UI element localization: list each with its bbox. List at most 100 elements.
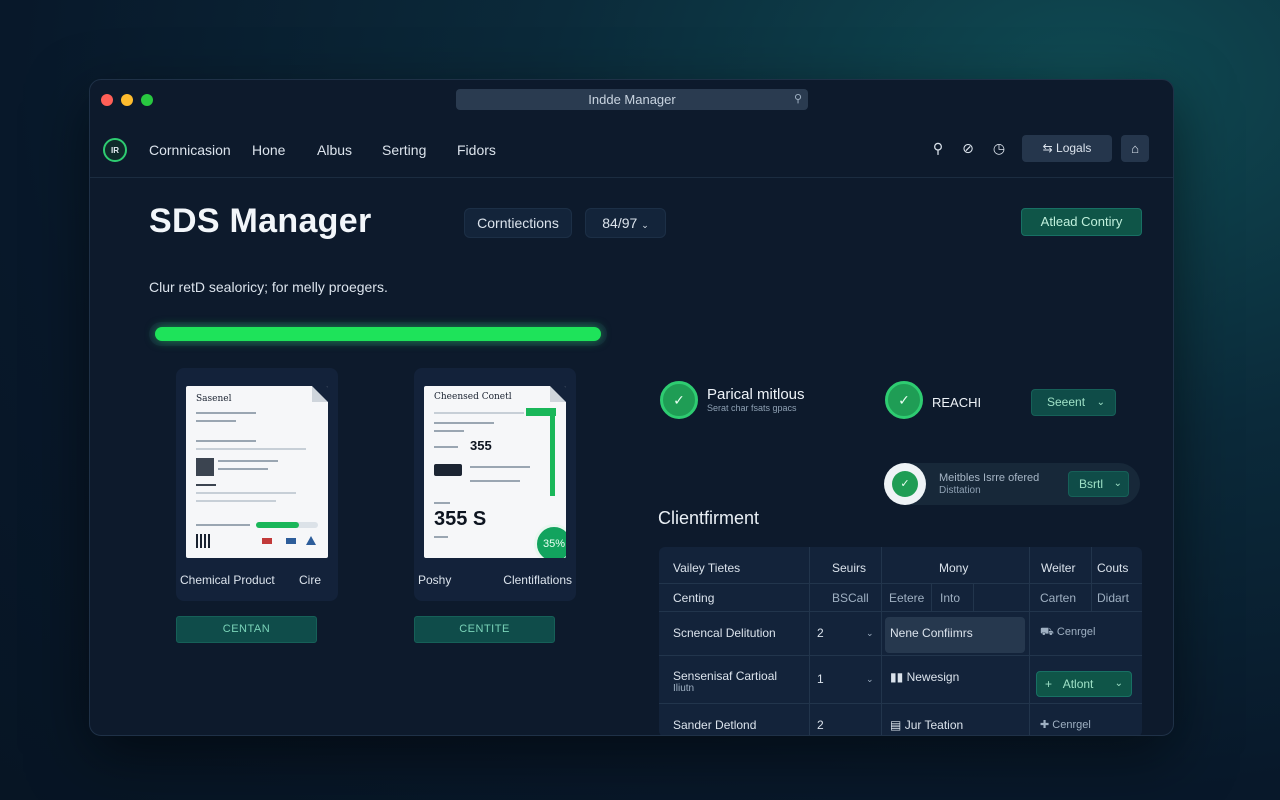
minimize-window-button[interactable] [121,94,133,106]
nav-item-setting[interactable]: Serting [382,142,426,158]
shield-check-icon: ✓ [660,381,698,419]
row-action-label: Cenrgel [1056,626,1096,638]
subheader-cell: Eetere [889,591,925,605]
qr-code-icon [196,534,210,548]
doc-line [434,422,494,424]
document-thumbnail: Sasenel [186,386,328,558]
close-window-button[interactable] [101,94,113,106]
nav-item-communication[interactable]: Cornnicasion [149,142,231,158]
mini-progress [256,522,318,528]
doc-line [434,536,448,538]
row-status: ▮▮ Newesign [890,670,959,684]
plus-icon: ✚ [1040,719,1050,731]
column-header[interactable]: Weiter [1041,561,1075,575]
hazard-icon [286,538,296,544]
link-icon[interactable]: ⊘ [959,140,977,157]
row-quantity[interactable]: 2 [817,626,824,640]
chevron-down-icon[interactable]: ⌄ [866,628,874,639]
row-action[interactable]: ✚ Cenrgel [1040,718,1091,731]
doc-amount: 355 S [434,508,487,530]
column-header[interactable]: Vailey Tietes [673,561,740,575]
doc-line [434,502,450,504]
range-label: 84/97 [602,215,638,231]
table-divider [881,547,882,735]
logout-button[interactable]: ⇆ Logals [1022,135,1112,162]
row-name: Scnencal Delitution [673,626,776,640]
subheader-cell: Carten [1040,591,1077,605]
row-status: Nene Confiimrs [890,626,973,640]
chip-icon [434,464,462,476]
row-quantity[interactable]: 1 [817,672,824,686]
row-name: Sensenisaf Cartioal [673,669,778,683]
subheader-cell: Centing [673,591,715,605]
card-label-secondary: Cire [298,573,321,587]
table-divider [1091,547,1092,611]
nav-item-albums[interactable]: Albus [317,142,352,158]
subheader-cell: BSCall [832,591,869,605]
row-action[interactable]: ⛟ Cenrgel [1040,626,1095,640]
status-subtitle: Serat char fsats gpacs [707,403,797,413]
status-select-label: Seeent [1047,395,1086,409]
mini-progress-fill [256,522,300,528]
distribution-icon: ✓ [884,463,926,505]
column-header[interactable]: Mony [939,561,968,575]
warning-icon [306,536,316,545]
card-action-button[interactable]: CENTITE [414,616,555,643]
table-divider [809,547,810,735]
nav-item-home[interactable]: Hone [252,142,285,158]
column-header[interactable]: Seuirs [832,561,866,575]
table-divider [659,583,1142,584]
subheader-cell: Didart [1097,591,1130,605]
distribution-line1: Meitbles Isrre ofered [939,472,1040,484]
document-card[interactable]: Cheensed Conetl 355 355 S 35% Poshy Clen… [414,368,576,601]
doc-line [196,500,276,502]
row-name-secondary: Iliutn [673,683,695,694]
distribution-select[interactable]: Bsrtl ⌄ [1068,471,1129,497]
add-content-button[interactable]: Atlead Contiry [1021,208,1142,236]
doc-line [434,412,524,414]
row-name: Sander Detlond [673,718,757,732]
search-icon[interactable]: ⚲ [929,140,947,157]
logout-icon: ⇆ [1042,141,1053,155]
row-status: ▤ Jur Teation [890,718,963,732]
page-fold-icon [550,386,566,402]
hazard-icon [262,538,272,544]
section-title: Clientfirment [658,508,760,528]
photo-thumbnail [196,458,214,476]
doc-line [434,446,458,448]
table-divider [659,611,1142,612]
top-navbar: IR Cornnicasion Hone Albus Serting Fidor… [90,128,1173,178]
bar-chart-icon: ▮▮ [890,670,904,684]
doc-line [434,430,464,432]
document-card[interactable]: Sasenel Chemical Product Cire [176,368,338,601]
row-quantity[interactable]: 2 [817,718,824,732]
progress-fill [155,327,601,341]
column-header[interactable]: Couts [1097,561,1128,575]
maximize-window-button[interactable] [141,94,153,106]
doc-number: 355 [470,438,492,453]
app-window: Indde Manager ⚲ IR Cornnicasion Hone Alb… [89,79,1174,736]
doc-line [196,492,296,494]
title-bar: Indde Manager ⚲ [90,80,1173,120]
status-select[interactable]: Seeent ⌄ [1031,389,1116,416]
nav-item-folders[interactable]: Fidors [457,142,496,158]
page-fold-icon [312,386,328,402]
doc-line [196,420,236,422]
filter-label: Corntiections [477,215,559,231]
chevron-down-icon[interactable]: ⌄ [866,674,874,685]
range-dropdown[interactable]: 84/97 ⌄ [585,208,666,238]
search-icon[interactable]: ⚲ [794,89,802,110]
filter-connections[interactable]: Corntiections [464,208,572,238]
address-bar[interactable]: Indde Manager ⚲ [456,89,808,110]
app-logo[interactable]: IR [103,138,127,162]
clock-icon[interactable]: ◷ [990,140,1008,157]
document-icon: ▤ [890,718,902,732]
table-divider [931,583,932,611]
row-action-button[interactable]: + Atlont ⌄ [1036,671,1132,697]
tag-chip [526,408,556,416]
page-title: SDS Manager [149,202,372,240]
status-title-reach: REACHI [932,395,982,410]
shield-check-icon: ✓ [892,471,918,497]
home-button[interactable]: ⌂ [1121,135,1149,162]
card-action-button[interactable]: CENTAN [176,616,317,643]
